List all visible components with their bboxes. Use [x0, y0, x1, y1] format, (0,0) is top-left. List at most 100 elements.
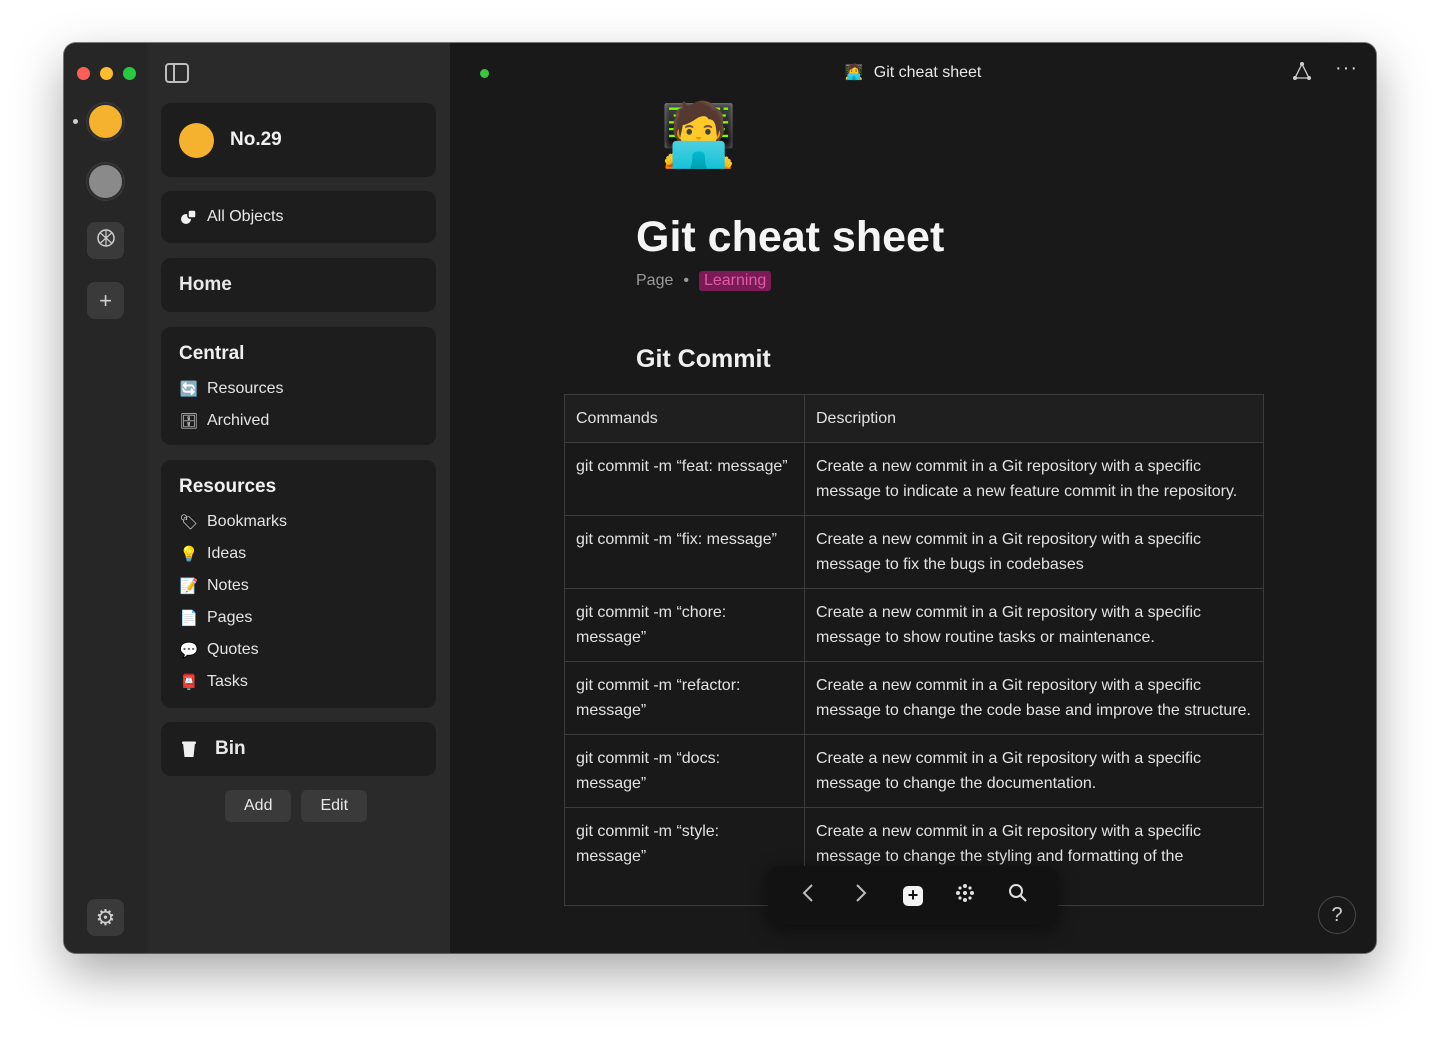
section-heading[interactable]: Git Commit [636, 345, 771, 374]
more-options-icon[interactable]: ··· [1335, 57, 1358, 80]
lightbulb-icon: 💡 [179, 546, 199, 563]
sidebar-item-label: Tasks [207, 673, 248, 690]
page-title[interactable]: Git cheat sheet [636, 213, 944, 262]
chevron-left-icon [802, 883, 814, 909]
resources-widget: Resources 🏷 Bookmarks 💡 Ideas 📝 Notes 📄 … [161, 460, 436, 708]
sidebar-item-bookmarks[interactable]: 🏷 Bookmarks [179, 506, 418, 538]
sidebar-item-tasks[interactable]: 📮 Tasks [179, 666, 418, 698]
meta-separator: • [683, 272, 689, 289]
trash-icon [179, 739, 199, 759]
sidebar-item-ideas[interactable]: 💡 Ideas [179, 538, 418, 570]
close-window-button[interactable] [77, 67, 90, 80]
sidebar-toggle-icon[interactable] [165, 63, 189, 83]
minimize-window-button[interactable] [100, 67, 113, 80]
all-objects-label: All Objects [207, 208, 284, 225]
central-widget: Central 🔄 Resources 🗄 Archived [161, 327, 436, 445]
graph-icon[interactable] [1292, 61, 1312, 86]
active-space-indicator [73, 119, 78, 124]
space-name: No.29 [230, 129, 282, 150]
resources-title[interactable]: Resources [179, 476, 418, 498]
sidebar-item-pages[interactable]: 📄 Pages [179, 602, 418, 634]
table-cell-command[interactable]: git commit -m “fix: message” [564, 515, 805, 589]
sidebar-item-label: Bookmarks [207, 513, 288, 530]
gallery-button[interactable] [87, 222, 124, 259]
edit-widgets-button[interactable]: Edit [301, 790, 368, 822]
all-objects-button[interactable]: All Objects [161, 191, 436, 243]
bookmark-icon: 🏷 [179, 514, 199, 531]
table-cell-description[interactable]: Create a new commit in a Git repository … [804, 661, 1264, 735]
table-cell-command[interactable]: git commit -m “feat: message” [564, 442, 805, 516]
shapes-icon [179, 207, 199, 227]
dots-grid-icon [955, 883, 975, 909]
add-widget-button[interactable]: Add [225, 790, 292, 822]
page-emoji-icon[interactable]: 🧑‍💻 [660, 99, 737, 172]
commands-table: Commands Description git commit -m “feat… [564, 394, 1264, 906]
table-cell-description[interactable]: Create a new commit in a Git repository … [804, 734, 1264, 808]
gallery-icon [96, 228, 116, 254]
space-card[interactable]: No.29 [161, 103, 436, 177]
sidebar-item-label: Notes [207, 577, 249, 594]
mailbox-icon: 📮 [179, 674, 199, 691]
refresh-icon: 🔄 [179, 381, 199, 398]
plus-icon: + [902, 885, 923, 906]
header-title[interactable]: 🧑‍💻 Git cheat sheet [450, 63, 1376, 82]
sidebar-item-label: Ideas [207, 545, 247, 562]
sidebar-item-notes[interactable]: 📝 Notes [179, 570, 418, 602]
sidebar-actions: Add Edit [225, 790, 368, 822]
sidebar-item-archived[interactable]: 🗄 Archived [179, 405, 418, 437]
maximize-window-button[interactable] [123, 67, 136, 80]
table-header-description[interactable]: Description [804, 394, 1264, 443]
sidebar-item-resources[interactable]: 🔄 Resources [179, 373, 418, 405]
back-button[interactable] [794, 882, 822, 910]
chevron-right-icon [855, 883, 867, 909]
sidebar-item-quotes[interactable]: 💬 Quotes [179, 634, 418, 666]
help-button[interactable]: ? [1318, 896, 1356, 934]
table-cell-description[interactable]: Create a new commit in a Git repository … [804, 588, 1264, 662]
editor-area: 🧑‍💻 Git cheat sheet ··· 🧑‍💻 Git cheat sh… [450, 43, 1376, 953]
sidebar-item-label: Quotes [207, 641, 259, 658]
table-row: git commit -m “docs: message” Create a n… [564, 734, 1264, 808]
forward-button[interactable] [847, 882, 875, 910]
home-label: Home [179, 274, 232, 295]
table-row: git commit -m “refactor: message” Create… [564, 661, 1264, 735]
bin-label: Bin [215, 738, 246, 759]
header-title-text: Git cheat sheet [873, 64, 982, 81]
central-title[interactable]: Central [179, 343, 418, 365]
gear-icon: ⚙ [95, 904, 116, 930]
sidebar-item-label: Resources [207, 380, 284, 397]
cabinet-icon: 🗄 [179, 413, 199, 430]
sidebar-item-label: Pages [207, 609, 253, 626]
tag-badge[interactable]: Learning [698, 271, 772, 291]
space-avatar [179, 122, 214, 158]
table-cell-command[interactable]: git commit -m “refactor: message” [564, 661, 805, 735]
home-widget[interactable]: Home [161, 258, 436, 312]
table-cell-description[interactable]: Create a new commit in a Git repository … [804, 515, 1264, 589]
object-type[interactable]: Page [636, 272, 673, 290]
floating-navigation: + [768, 866, 1058, 925]
table-header-row: Commands Description [564, 394, 1264, 443]
settings-button[interactable]: ⚙ [87, 899, 124, 936]
table-row: git commit -m “chore: message” Create a … [564, 588, 1264, 662]
space-avatar-secondary[interactable] [87, 163, 124, 200]
memo-icon: 📝 [179, 578, 199, 595]
table-cell-command[interactable]: git commit -m “docs: message” [564, 734, 805, 808]
app-window: + ⚙ No.29 All Objects Home Central 🔄 Res… [64, 43, 1376, 953]
table-row: git commit -m “feat: message” Create a n… [564, 442, 1264, 516]
graph-view-button[interactable] [951, 882, 979, 910]
plus-icon: + [99, 287, 112, 313]
page-meta: Page • Learning [636, 271, 772, 291]
table-cell-description[interactable]: Create a new commit in a Git repository … [804, 442, 1264, 516]
sidebar: No.29 All Objects Home Central 🔄 Resourc… [147, 43, 450, 953]
table-row: git commit -m “fix: message” Create a ne… [564, 515, 1264, 589]
speech-icon: 💬 [179, 642, 199, 659]
page-icon: 📄 [179, 610, 199, 627]
add-space-button[interactable]: + [87, 282, 124, 319]
table-header-commands[interactable]: Commands [564, 394, 805, 443]
search-icon [1008, 883, 1028, 909]
search-button[interactable] [1004, 882, 1032, 910]
page-icon-small: 🧑‍💻 [844, 64, 864, 81]
table-cell-command[interactable]: git commit -m “chore: message” [564, 588, 805, 662]
bin-widget[interactable]: Bin [161, 722, 436, 776]
create-object-button[interactable]: + [899, 882, 927, 910]
space-avatar-active[interactable] [87, 103, 124, 140]
